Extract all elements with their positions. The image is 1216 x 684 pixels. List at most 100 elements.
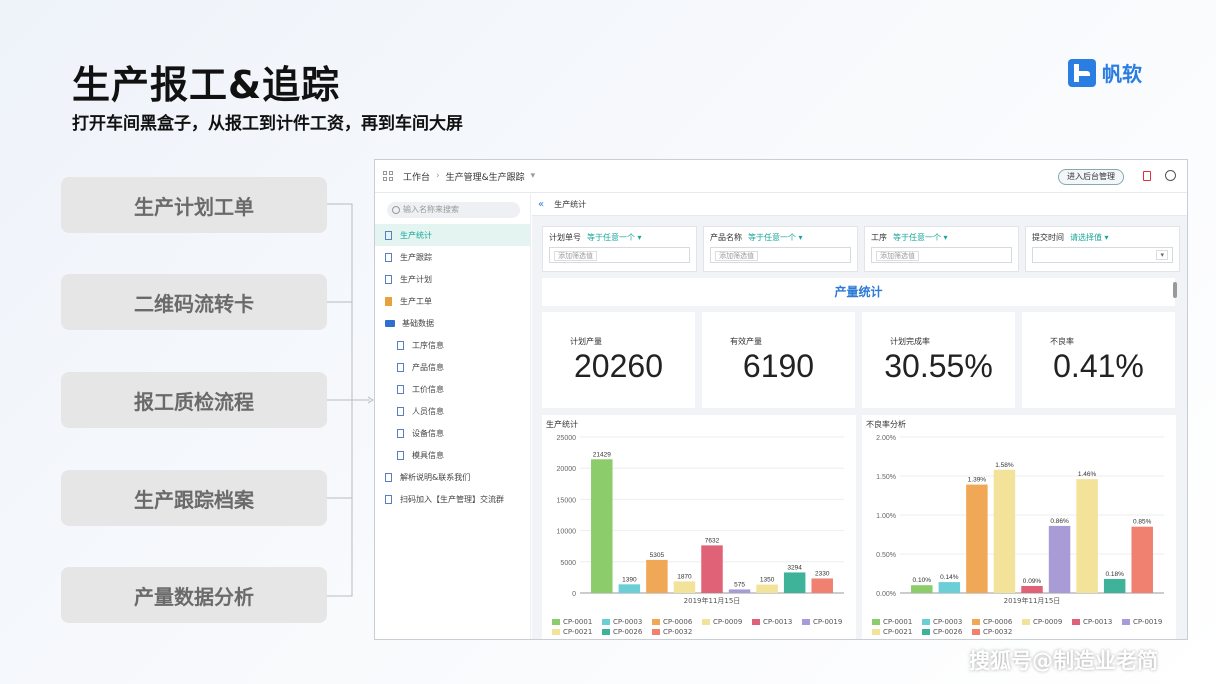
legend-item[interactable]: CP-0003 [602, 618, 652, 626]
chevron-down-icon[interactable]: ▾ [531, 171, 536, 181]
data-label: 1390 [622, 576, 637, 583]
bar[interactable] [701, 545, 723, 593]
brand-name: 帆软 [1102, 62, 1142, 86]
filter-operator[interactable]: 等于任意一个 ▾ [893, 233, 948, 242]
sidebar-nav: 生产统计生产跟踪 生产计划 生产工单 基础数据 工序信息 产品信息 工价信息 人员信息设备信息… [375, 224, 530, 510]
legend-item[interactable]: CP-0001 [552, 618, 602, 626]
legend-swatch [552, 619, 560, 625]
doc-icon [397, 362, 404, 372]
legend-label: CP-0001 [883, 618, 913, 626]
legend-item[interactable]: CP-0009 [702, 618, 752, 626]
legend-item[interactable]: CP-0003 [922, 618, 972, 626]
bar[interactable] [646, 559, 668, 593]
kpi-card-completion: 计划完成率 30.55% [862, 312, 1015, 408]
sidebar-item[interactable]: 扫码加入【生产管理】交流群 [375, 488, 530, 510]
filter-value-input[interactable]: 添加筛选值 [710, 247, 851, 263]
bar[interactable] [938, 582, 961, 593]
y-tick-label: 25000 [557, 435, 577, 442]
bar[interactable] [966, 484, 988, 593]
filter-operator[interactable]: 请选择值 ▾ [1070, 233, 1109, 242]
legend-label: CP-0032 [663, 628, 693, 636]
bar[interactable] [728, 589, 751, 593]
bar[interactable] [811, 578, 833, 593]
bar[interactable] [1103, 578, 1126, 593]
bar[interactable] [591, 459, 613, 593]
bar[interactable] [756, 584, 778, 593]
bar[interactable] [1048, 525, 1071, 593]
sidebar-item-label: 模具信息 [412, 450, 444, 460]
doc-icon [385, 230, 392, 240]
sidebar-item[interactable]: 生产统计 [375, 224, 530, 246]
legend-label: CP-0019 [1133, 618, 1163, 626]
sidebar-item[interactable]: 生产工单 [375, 290, 530, 312]
sidebar-item[interactable]: 生产跟踪 [375, 246, 530, 268]
filter-operator[interactable]: 等于任意一个 ▾ [748, 233, 803, 242]
legend-item[interactable]: CP-0019 [802, 618, 852, 626]
sidebar-item-label: 解析说明&联系我们 [400, 472, 471, 482]
legend-item[interactable]: CP-0006 [652, 618, 702, 626]
sidebar-item[interactable]: 人员信息 [375, 400, 530, 422]
sidebar-item-label: 设备信息 [412, 428, 444, 438]
tab-production-stats[interactable]: 生产统计 [554, 199, 586, 210]
sidebar-item-label: 生产统计 [400, 230, 432, 240]
sidebar-item[interactable]: 基础数据 [375, 312, 530, 334]
legend-item[interactable]: CP-0026 [602, 628, 652, 636]
legend-item[interactable]: CP-0006 [972, 618, 1022, 626]
x-axis-label: 2019年11月15日 [684, 596, 741, 605]
admin-button[interactable]: 进入后台管理 [1058, 169, 1124, 185]
sidebar-search-input[interactable]: 输入名称来搜索 [387, 202, 520, 218]
kpi-card-effective: 有效产量 6190 [702, 312, 855, 408]
data-label: 0.09% [1023, 578, 1042, 585]
filter-value-input[interactable]: 添加筛选值 [871, 247, 1012, 263]
scrollbar-thumb[interactable] [1173, 282, 1177, 298]
bar[interactable] [911, 585, 933, 593]
doc-icon [385, 494, 392, 504]
apps-grid-icon[interactable] [383, 171, 393, 181]
sidebar-item[interactable]: 生产计划 [375, 268, 530, 290]
main-content: « 生产统计 计划单号 等于任意一个 ▾ 添加筛选值 产品名称 等于任意一个 ▾ 添… [532, 194, 1187, 639]
legend-item[interactable]: CP-0013 [752, 618, 802, 626]
legend-swatch [802, 619, 810, 625]
bar[interactable] [993, 469, 1016, 593]
doc-icon [397, 340, 404, 350]
legend-item[interactable]: CP-0009 [1022, 618, 1072, 626]
filter-operator[interactable]: 等于任意一个 ▾ [587, 233, 642, 242]
legend-label: CP-0013 [763, 618, 793, 626]
kpi-label: 有效产量 [730, 337, 762, 346]
app-screenshot: 工作台 › 生产管理&生产跟踪 ▾ 进入后台管理 输入名称来搜索 生产统计 生产跟… [374, 159, 1188, 640]
legend-item[interactable]: CP-0021 [872, 628, 922, 636]
sidebar-item[interactable]: 产品信息 [375, 356, 530, 378]
breadcrumb-workbench[interactable]: 工作台 [403, 170, 430, 183]
sidebar-item[interactable]: 解析说明&联系我们 [375, 466, 530, 488]
slide-subtitle: 打开车间黑盒子，从报工到计件工资，再到车间大屏 [72, 114, 463, 134]
date-select[interactable]: ▾ [1032, 247, 1173, 263]
brand-logo: 帆软 [1068, 58, 1142, 87]
filter-value-input[interactable]: 添加筛选值 [549, 247, 690, 263]
notification-icon[interactable] [1143, 171, 1151, 181]
chevron-down-icon: ▾ [1156, 250, 1168, 260]
sidebar-item[interactable]: 模具信息 [375, 444, 530, 466]
legend-item[interactable]: CP-0032 [972, 628, 1022, 636]
user-icon[interactable] [1165, 170, 1176, 181]
bar[interactable] [1131, 526, 1153, 593]
collapse-icon[interactable]: « [538, 199, 544, 210]
chart-legend: CP-0001 CP-0003 CP-0006 CP-0009 CP-0013 CP-00… [552, 618, 852, 636]
legend-item[interactable]: CP-0026 [922, 628, 972, 636]
bar[interactable] [783, 572, 806, 593]
bar[interactable] [618, 584, 641, 593]
sidebar-item[interactable]: 工价信息 [375, 378, 530, 400]
legend-item[interactable]: CP-0021 [552, 628, 602, 636]
feature-pill-qrcode: 二维码流转卡 [61, 274, 327, 330]
bar[interactable] [1021, 585, 1043, 593]
sidebar-item[interactable]: 设备信息 [375, 422, 530, 444]
legend-item[interactable]: CP-0032 [652, 628, 702, 636]
sidebar-item[interactable]: 工序信息 [375, 334, 530, 356]
legend-item[interactable]: CP-0019 [1122, 618, 1172, 626]
legend-item[interactable]: CP-0013 [1072, 618, 1122, 626]
legend-swatch [1022, 619, 1030, 625]
legend-item[interactable]: CP-0001 [872, 618, 922, 626]
breadcrumb-current[interactable]: 生产管理&生产跟踪 [446, 170, 525, 183]
filter-bar: 计划单号 等于任意一个 ▾ 添加筛选值 产品名称 等于任意一个 ▾ 添加筛选值 工序… [542, 226, 1180, 272]
bar[interactable] [673, 581, 696, 593]
bar[interactable] [1076, 479, 1098, 593]
